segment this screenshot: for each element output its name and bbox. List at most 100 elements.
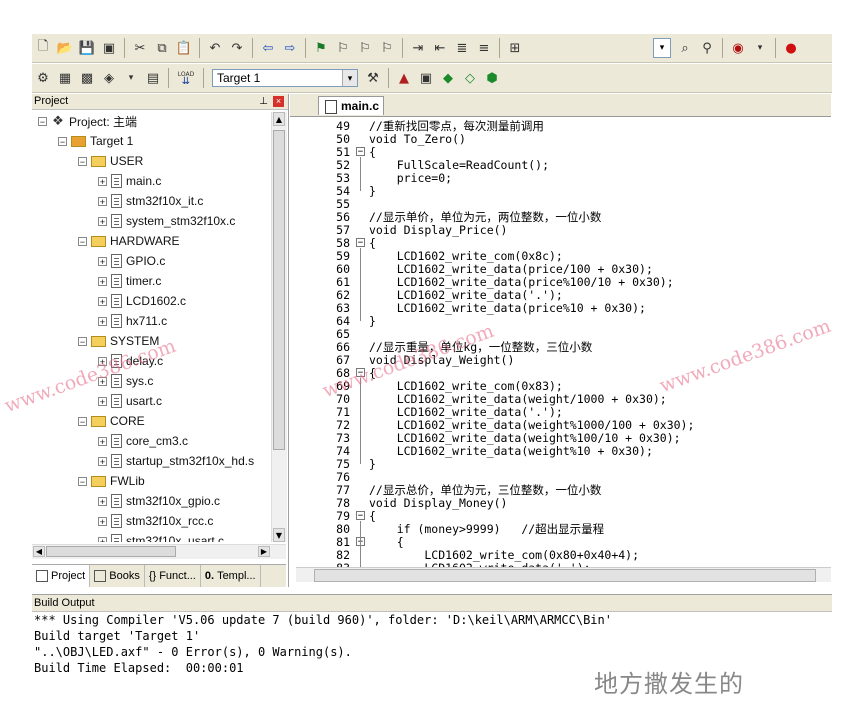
bookmark-icon[interactable]: ⚑ — [312, 39, 330, 57]
next-bookmark-icon[interactable]: ⚐ — [356, 39, 374, 57]
multi-project-icon[interactable]: ⬢ — [483, 69, 501, 87]
expand-icon[interactable]: + — [98, 176, 107, 186]
scroll-left-icon[interactable]: ◀ — [33, 546, 45, 557]
expand-icon[interactable]: + — [98, 196, 107, 206]
manage-rte-icon[interactable]: ◇ — [461, 69, 479, 87]
editor-horizontal-scrollbar[interactable] — [296, 567, 831, 582]
tree-folder-item[interactable]: − FWLib — [78, 472, 145, 490]
indent-icon[interactable]: ⇥ — [409, 39, 427, 57]
tab-main-c[interactable]: main.c — [318, 96, 384, 115]
save-icon[interactable]: 💾 — [78, 39, 96, 57]
paste-icon[interactable]: 📋 — [175, 39, 193, 57]
tree-file-item[interactable]: + system_stm32f10x.c — [98, 212, 235, 230]
tree-file-item[interactable]: + stm32f10x_rcc.c — [98, 512, 213, 530]
scroll-thumb[interactable] — [46, 546, 176, 557]
download-icon[interactable]: LOAD ⇊ — [175, 69, 197, 87]
breakpoint-icon[interactable]: ● — [782, 39, 800, 57]
collapse-icon[interactable]: − — [78, 236, 87, 246]
tree-folder-item[interactable]: − USER — [78, 152, 143, 170]
tree-file-item[interactable]: + stm32f10x_it.c — [98, 192, 203, 210]
expand-icon[interactable]: + — [98, 316, 107, 326]
save-all-icon[interactable]: ▣ — [100, 39, 118, 57]
compile-icon[interactable]: ⚙ — [34, 69, 52, 87]
target-select[interactable]: Target 1 ▾ — [212, 69, 358, 87]
collapse-icon[interactable]: − — [78, 476, 87, 486]
cut-icon[interactable]: ✂ — [131, 39, 149, 57]
rebuild-icon[interactable]: ▩ — [78, 69, 96, 87]
fold-toggle-icon[interactable]: − — [356, 511, 365, 521]
tree-folder-item[interactable]: − HARDWARE — [78, 232, 180, 250]
tree-root-item[interactable]: − ❖ Project: 主端 — [38, 112, 137, 130]
pin-icon[interactable]: ⊥ — [259, 94, 268, 109]
select-packs-icon[interactable]: ▣ — [417, 69, 435, 87]
comment-icon[interactable]: ≣ — [453, 39, 471, 57]
scroll-up-icon[interactable]: ▲ — [273, 112, 285, 126]
stop-build-icon[interactable]: ▤ — [144, 69, 162, 87]
expand-icon[interactable]: + — [98, 496, 107, 506]
prev-bookmark-icon[interactable]: ⚐ — [334, 39, 352, 57]
code-line[interactable]: 53 price=0; — [296, 172, 831, 185]
code-line[interactable]: 64} — [296, 315, 831, 328]
find-in-files-icon[interactable]: ⊞ — [506, 39, 524, 57]
nav-forward-icon[interactable]: ⇨ — [281, 39, 299, 57]
tab-project[interactable]: Project — [32, 565, 91, 587]
expand-icon[interactable]: + — [98, 456, 107, 466]
project-vertical-scrollbar[interactable]: ▲ ▼ — [271, 112, 287, 542]
tree-file-item[interactable]: + LCD1602.c — [98, 292, 186, 310]
expand-icon[interactable]: + — [98, 276, 107, 286]
code-line[interactable]: 74 LCD1602_write_data(weight%10 + 0x30); — [296, 445, 831, 458]
target-options-icon[interactable]: ⚒ — [364, 69, 382, 87]
code-line[interactable]: 78 void Display_Money() — [296, 497, 831, 510]
debug-session-icon[interactable]: ◉ — [729, 39, 747, 57]
code-line[interactable]: 57 void Display_Price() — [296, 224, 831, 237]
fold-toggle-icon[interactable]: − — [356, 147, 365, 157]
tree-file-item[interactable]: + timer.c — [98, 272, 161, 290]
collapse-icon[interactable]: − — [78, 336, 87, 346]
expand-icon[interactable]: + — [98, 256, 107, 266]
incremental-find-icon[interactable]: ⚲ — [698, 39, 716, 57]
tree-file-item[interactable]: + GPIO.c — [98, 252, 165, 270]
clear-bookmarks-icon[interactable]: ⚐ — [378, 39, 396, 57]
code-line[interactable]: 54} — [296, 185, 831, 198]
expand-icon[interactable]: + — [98, 436, 107, 446]
expand-icon[interactable]: + — [98, 396, 107, 406]
nav-back-icon[interactable]: ⇦ — [259, 39, 277, 57]
dropdown-arrow-icon[interactable]: ▾ — [122, 69, 140, 87]
tab-templates[interactable]: 0. Templ... — [201, 565, 261, 587]
collapse-icon[interactable]: − — [78, 156, 87, 166]
find-icon[interactable]: ⌕ — [676, 39, 694, 57]
collapse-icon[interactable]: − — [78, 416, 87, 426]
tree-file-item[interactable]: + usart.c — [98, 392, 162, 410]
tree-file-item[interactable]: + main.c — [98, 172, 161, 190]
batch-build-icon[interactable]: ◈ — [100, 69, 118, 87]
expand-icon[interactable]: + — [98, 536, 107, 542]
tab-books[interactable]: Books — [90, 565, 145, 587]
code-line[interactable]: 63 LCD1602_write_data(price%10 + 0x30); — [296, 302, 831, 315]
tree-file-item[interactable]: + stm32f10x_usart.c — [98, 532, 224, 542]
copy-icon[interactable]: ⧉ — [153, 39, 171, 57]
uncomment-icon[interactable]: ≡ — [475, 39, 493, 57]
tree-file-item[interactable]: + stm32f10x_gpio.c — [98, 492, 220, 510]
collapse-icon[interactable]: − — [58, 136, 67, 146]
expand-icon[interactable]: + — [98, 296, 107, 306]
chevron-down-icon[interactable]: ▾ — [342, 70, 357, 86]
scroll-thumb[interactable] — [273, 130, 285, 450]
scroll-thumb[interactable] — [314, 569, 816, 582]
undo-icon[interactable]: ↶ — [206, 39, 224, 57]
manage-project-items-icon[interactable]: ▲ — [395, 69, 413, 87]
tab-functions[interactable]: {} Funct... — [145, 565, 201, 587]
project-horizontal-scrollbar[interactable]: ◀ ▶ — [32, 544, 286, 559]
build-icon[interactable]: ▦ — [56, 69, 74, 87]
close-icon[interactable]: × — [273, 96, 284, 107]
tree-target-item[interactable]: − Target 1 — [58, 132, 133, 150]
pack-installer-icon[interactable]: ◆ — [439, 69, 457, 87]
find-combo-arrow[interactable]: ▾ — [653, 38, 671, 58]
dropdown-arrow-icon[interactable]: ▾ — [751, 39, 769, 57]
redo-icon[interactable]: ↷ — [228, 39, 246, 57]
code-line[interactable]: 50 void To_Zero() — [296, 133, 831, 146]
expand-icon[interactable]: + — [98, 216, 107, 226]
code-line[interactable]: 75} — [296, 458, 831, 471]
new-file-icon[interactable]: 🗋 — [34, 39, 52, 57]
open-folder-icon[interactable]: 📂 — [56, 39, 74, 57]
fold-toggle-icon[interactable]: − — [356, 238, 365, 248]
